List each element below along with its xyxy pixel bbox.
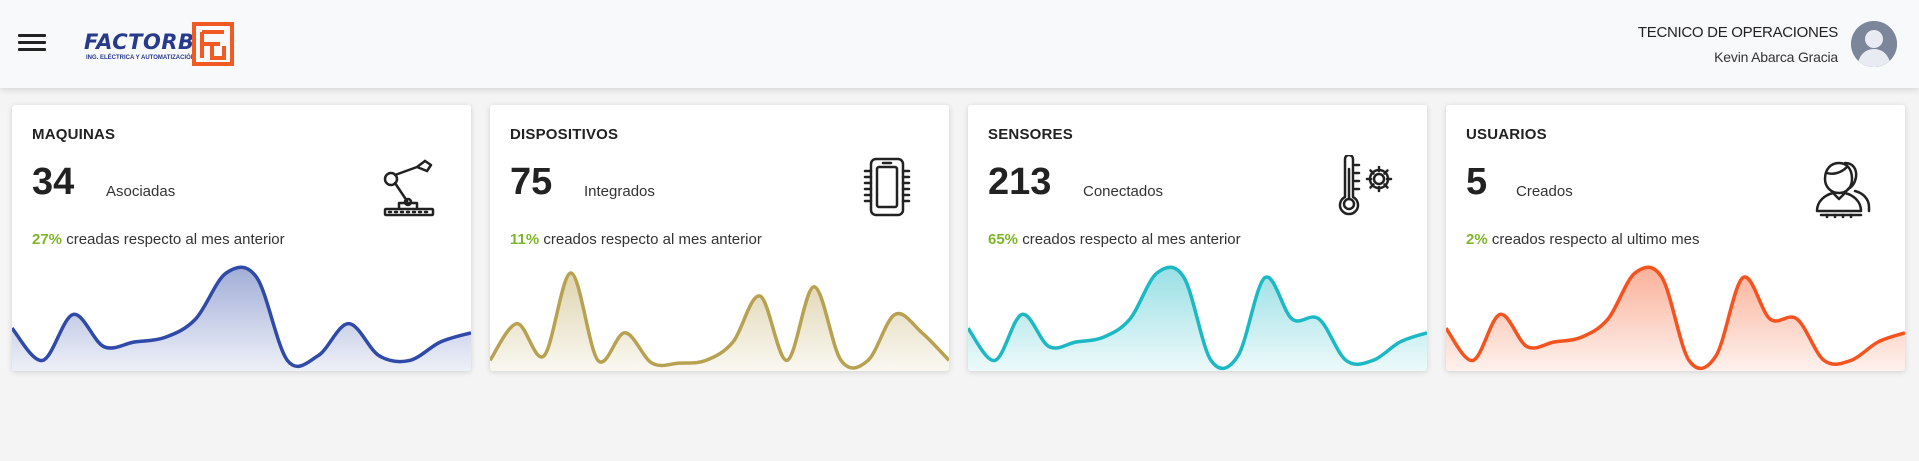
- card-value: 34: [32, 161, 75, 203]
- trend-percent: 2%: [1466, 231, 1488, 248]
- user-group-icon: [1811, 155, 1875, 219]
- factorb-logo-mark-icon: [192, 22, 234, 66]
- card-value-label: Creados: [1516, 183, 1573, 200]
- sparkline-chart: [1446, 265, 1905, 371]
- microchip-device-icon: [855, 155, 919, 219]
- card-trend-text: 11% creados respecto al mes anterior: [510, 231, 762, 248]
- user-role-label: TECNICO DE OPERACIONES: [1637, 24, 1838, 41]
- card-trend-text: 65% creados respecto al mes anterior: [988, 231, 1241, 248]
- logo-subtitle: ING. ELÉCTRICA Y AUTOMATIZACIÓN: [86, 55, 196, 61]
- brand-logo[interactable]: FACTORB ING. ELÉCTRICA Y AUTOMATIZACIÓN: [84, 20, 244, 68]
- trend-percent: 11%: [510, 231, 540, 248]
- stat-card-dispositivos[interactable]: DISPOSITIVOS 75 Integrados 11% creados r…: [490, 105, 949, 371]
- card-value: 213: [988, 161, 1052, 203]
- card-trend-text: 27% creadas respecto al mes anterior: [32, 231, 285, 248]
- sparkline-chart: [490, 271, 949, 371]
- sparkline-chart: [968, 265, 1427, 371]
- robot-arm-icon: [377, 155, 441, 219]
- card-value: 5: [1466, 161, 1488, 203]
- trend-percent: 65%: [988, 231, 1019, 248]
- trend-percent: 27%: [32, 231, 63, 248]
- card-value-label: Conectados: [1083, 183, 1164, 200]
- card-title: MAQUINAS: [32, 126, 116, 143]
- stat-card-maquinas[interactable]: MAQUINAS 34 Asociadas 27% creadas respec…: [12, 105, 471, 371]
- card-trend-text: 2% creados respecto al ultimo mes: [1466, 231, 1699, 248]
- trend-description: creados respecto al mes anterior: [1022, 231, 1241, 248]
- sparkline-area: [490, 272, 949, 371]
- trend-description: creados respecto al mes anterior: [543, 231, 762, 248]
- trend-description: creados respecto al ultimo mes: [1491, 231, 1700, 248]
- card-value: 75: [510, 161, 553, 203]
- hamburger-menu-icon[interactable]: [18, 30, 46, 56]
- card-title: USUARIOS: [1466, 126, 1547, 143]
- card-value-label: Integrados: [584, 183, 655, 200]
- trend-description: creadas respecto al mes anterior: [66, 231, 285, 248]
- stat-card-usuarios[interactable]: USUARIOS 5 Creados 2% creados respecto a…: [1446, 105, 1905, 371]
- user-avatar-icon[interactable]: [1851, 21, 1897, 67]
- sparkline-chart: [12, 265, 471, 371]
- stat-card-sensores[interactable]: SENSORES 213 Conectados 65% creados resp…: [968, 105, 1427, 371]
- card-value-label: Asociadas: [106, 183, 176, 200]
- top-navbar: FACTORB ING. ELÉCTRICA Y AUTOMATIZACIÓN …: [0, 0, 1919, 88]
- user-name-label: Kevin Abarca Gracia: [1714, 49, 1838, 65]
- logo-wordmark: FACTORB: [84, 30, 195, 54]
- thermometer-gear-icon: [1333, 153, 1397, 219]
- card-title: SENSORES: [988, 126, 1073, 143]
- card-title: DISPOSITIVOS: [510, 126, 619, 143]
